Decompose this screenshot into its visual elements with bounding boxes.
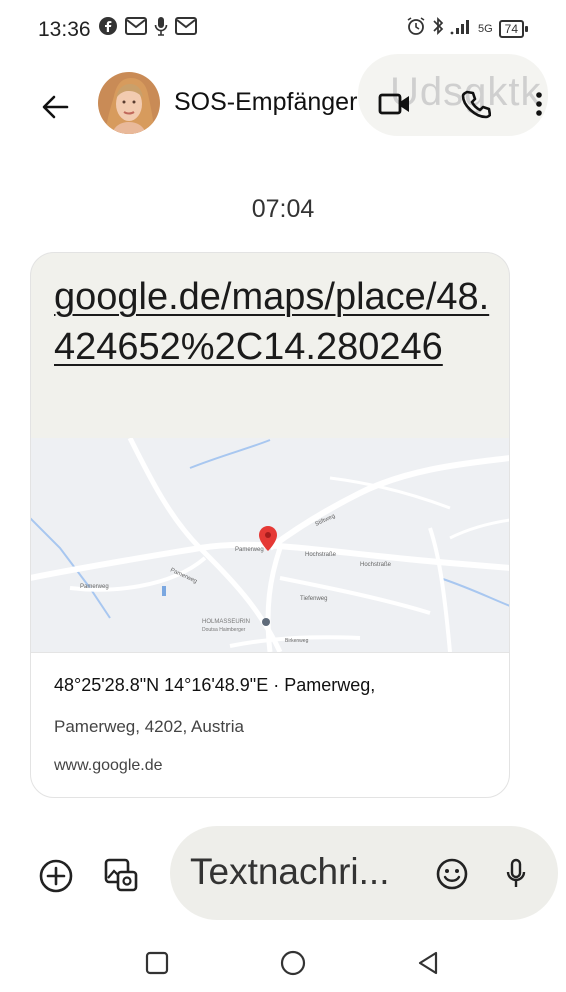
preview-address: Pamerweg, 4202, Austria <box>54 717 244 736</box>
map-poi-sub: Doutsa Haimberger <box>202 627 246 633</box>
map-preview[interactable]: Pamerweg Hochstraße Hochstraße Stiftweg … <box>30 438 510 652</box>
voice-input-button[interactable] <box>500 852 532 896</box>
video-call-icon <box>378 93 409 115</box>
facebook-icon <box>98 16 118 41</box>
signal-icon <box>450 17 472 40</box>
status-bar: 13:36 5G 74 <box>0 0 566 60</box>
gallery-button[interactable] <box>100 854 142 896</box>
map-poi-name: HOLMASSEURIN <box>202 619 250 625</box>
battery-indicator: 74 <box>498 19 528 38</box>
map-label-street-3: Hochstraße <box>360 562 392 568</box>
system-icons: 5G 74 <box>406 16 528 41</box>
home-icon <box>280 950 306 976</box>
add-attachment-button[interactable] <box>36 856 76 896</box>
gmail-icon <box>125 17 147 40</box>
mic-icon <box>506 858 526 887</box>
bluetooth-icon <box>432 16 444 41</box>
phone-call-button[interactable] <box>454 82 498 126</box>
link-preview-card[interactable]: 48°25'28.8"N 14°16'48.9"E · Pamerweg, Pa… <box>30 652 510 798</box>
message-timestamp: 07:04 <box>251 195 315 223</box>
avatar[interactable] <box>98 72 160 134</box>
back-button[interactable] <box>30 82 80 132</box>
battery-level: 74 <box>498 19 524 38</box>
gallery-icon <box>104 858 138 892</box>
more-vert-icon <box>536 92 542 116</box>
nav-home-button[interactable] <box>278 948 308 978</box>
alarm-icon <box>406 16 426 41</box>
recents-icon <box>145 951 169 975</box>
notification-icons <box>98 16 197 41</box>
more-options-button[interactable] <box>524 82 554 126</box>
video-call-button[interactable] <box>372 84 418 124</box>
map-label-street-1: Pamerweg <box>235 547 264 553</box>
message-input[interactable] <box>190 848 422 896</box>
map-label-street-2: Hochstraße <box>305 552 337 558</box>
phone-icon <box>461 90 491 119</box>
microphone-icon <box>154 16 168 41</box>
message-bubble[interactable]: google.de/maps/place/48.424652%2C14.2802… <box>30 252 510 798</box>
preview-domain: www.google.de <box>54 757 163 774</box>
5g-icon: 5G <box>477 22 493 35</box>
status-time: 13:36 <box>38 18 91 41</box>
back-arrow-icon <box>42 95 69 119</box>
contact-name[interactable]: SOS-Empfänger <box>174 88 357 117</box>
message-link[interactable]: google.de/maps/place/48.424652%2C14.2802… <box>54 272 494 372</box>
nav-back-button[interactable] <box>414 949 442 977</box>
battery-tip <box>525 25 528 32</box>
map-label-street-8: Birkenweg <box>285 638 309 644</box>
emoji-button[interactable] <box>432 854 472 894</box>
emoji-icon <box>436 858 468 890</box>
map-poi-icon <box>262 618 270 626</box>
map-label-street-7: Tiefenweg <box>300 596 327 602</box>
map-label-street-6: Pamerweg <box>80 584 109 590</box>
gmail-icon <box>175 17 197 40</box>
back-icon <box>418 951 438 975</box>
add-circle-icon <box>39 859 73 893</box>
nav-recents-button[interactable] <box>144 950 170 976</box>
preview-title: 48°25'28.8"N 14°16'48.9"E · Pamerweg, <box>54 675 376 695</box>
